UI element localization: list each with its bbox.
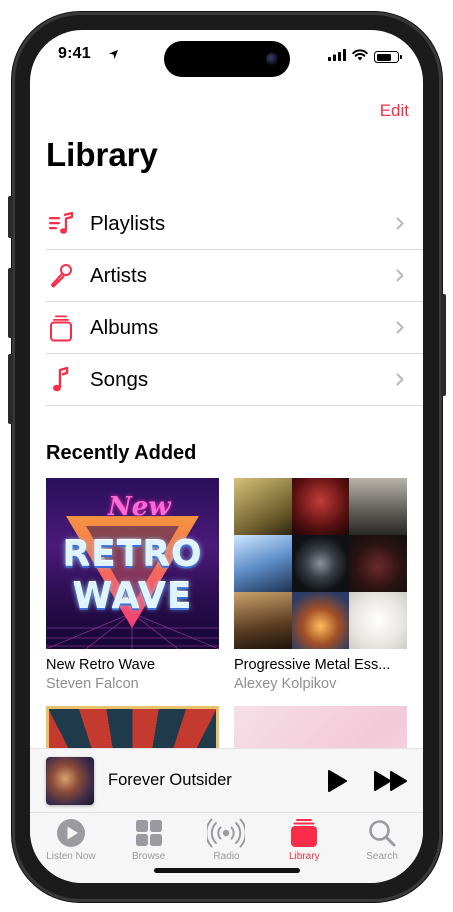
mini-player[interactable]: Forever Outsider bbox=[30, 748, 423, 812]
fast-forward-icon bbox=[374, 771, 407, 791]
radio-icon bbox=[207, 818, 246, 848]
chevron-right-icon bbox=[396, 217, 404, 235]
album-art bbox=[234, 478, 407, 649]
album-title: Progressive Metal Ess... bbox=[234, 657, 391, 673]
menu-item-albums[interactable]: Albums bbox=[46, 302, 423, 354]
library-menu: Playlists Artists Albums Songs bbox=[46, 198, 423, 406]
volume-down-button bbox=[8, 354, 13, 424]
art-tile bbox=[291, 592, 350, 649]
power-button bbox=[441, 294, 446, 396]
camera-icon bbox=[266, 53, 278, 65]
tab-label: Browse bbox=[132, 851, 166, 862]
tab-label: Library bbox=[289, 851, 320, 862]
battery-icon bbox=[374, 51, 402, 63]
tab-search[interactable]: Search bbox=[343, 813, 421, 883]
listen-now-icon bbox=[56, 819, 85, 847]
dynamic-island bbox=[164, 41, 290, 77]
menu-item-playlists[interactable]: Playlists bbox=[46, 198, 423, 250]
play-button[interactable] bbox=[326, 769, 348, 798]
art-tile bbox=[291, 535, 350, 592]
album-card-progressive-metal[interactable]: Progressive Metal Ess... Alexey Kolpikov bbox=[234, 478, 407, 692]
album-art: New RETRO WAVE bbox=[46, 478, 219, 649]
wifi-icon bbox=[352, 48, 368, 66]
menu-item-artists[interactable]: Artists bbox=[46, 250, 423, 302]
chevron-right-icon bbox=[396, 321, 404, 339]
tab-label: Listen Now bbox=[46, 851, 96, 862]
search-icon bbox=[369, 820, 396, 847]
art-tile bbox=[349, 535, 407, 592]
art-tile bbox=[349, 478, 407, 535]
mute-switch bbox=[8, 196, 13, 238]
browse-grid-icon bbox=[135, 820, 162, 846]
chevron-right-icon bbox=[396, 269, 404, 287]
album-artist: Alexey Kolpikov bbox=[234, 676, 337, 692]
menu-label: Songs bbox=[90, 367, 149, 391]
menu-label: Albums bbox=[90, 315, 159, 339]
status-icons bbox=[328, 48, 402, 66]
tab-listen-now[interactable]: Listen Now bbox=[32, 813, 110, 883]
tab-label: Search bbox=[366, 851, 398, 862]
location-arrow-icon bbox=[108, 47, 119, 65]
art-text-top: New bbox=[108, 492, 171, 522]
albums-icon bbox=[47, 314, 75, 342]
chevron-right-icon bbox=[396, 373, 404, 391]
art-tile bbox=[291, 478, 350, 535]
volume-up-button bbox=[8, 268, 13, 338]
art-tile bbox=[234, 478, 292, 535]
edit-button[interactable]: Edit bbox=[380, 101, 409, 121]
cellular-signal-icon bbox=[328, 48, 346, 66]
play-icon bbox=[328, 770, 347, 792]
fast-forward-button[interactable] bbox=[373, 770, 409, 797]
playlists-icon bbox=[47, 210, 75, 238]
album-card-new-retro-wave[interactable]: New RETRO WAVE New Retro Wave Steven Fal… bbox=[46, 478, 219, 692]
art-text-mid: RETRO bbox=[62, 534, 203, 575]
screen: 9:41 Edit Library Playlists Artists Albu… bbox=[30, 30, 423, 883]
microphone-icon bbox=[47, 262, 75, 290]
album-title: New Retro Wave bbox=[46, 657, 156, 673]
now-playing-title: Forever Outsider bbox=[108, 771, 232, 789]
phone-frame: 9:41 Edit Library Playlists Artists Albu… bbox=[8, 12, 446, 902]
menu-label: Artists bbox=[90, 263, 147, 287]
art-text-bottom: WAVE bbox=[72, 576, 193, 617]
tab-label: Radio bbox=[213, 851, 240, 862]
home-indicator[interactable] bbox=[154, 868, 300, 873]
music-note-icon bbox=[47, 366, 75, 394]
menu-item-songs[interactable]: Songs bbox=[46, 354, 423, 406]
art-tile bbox=[234, 535, 292, 592]
status-time: 9:41 bbox=[58, 45, 91, 62]
page-title: Library bbox=[46, 136, 158, 173]
art-tile bbox=[234, 592, 292, 649]
now-playing-artwork bbox=[46, 757, 94, 805]
recently-added-heading: Recently Added bbox=[46, 442, 197, 464]
status-bar: 9:41 bbox=[30, 30, 423, 84]
album-artist: Steven Falcon bbox=[46, 676, 139, 692]
art-tile bbox=[349, 592, 407, 649]
library-icon bbox=[291, 819, 318, 847]
menu-label: Playlists bbox=[90, 211, 166, 235]
